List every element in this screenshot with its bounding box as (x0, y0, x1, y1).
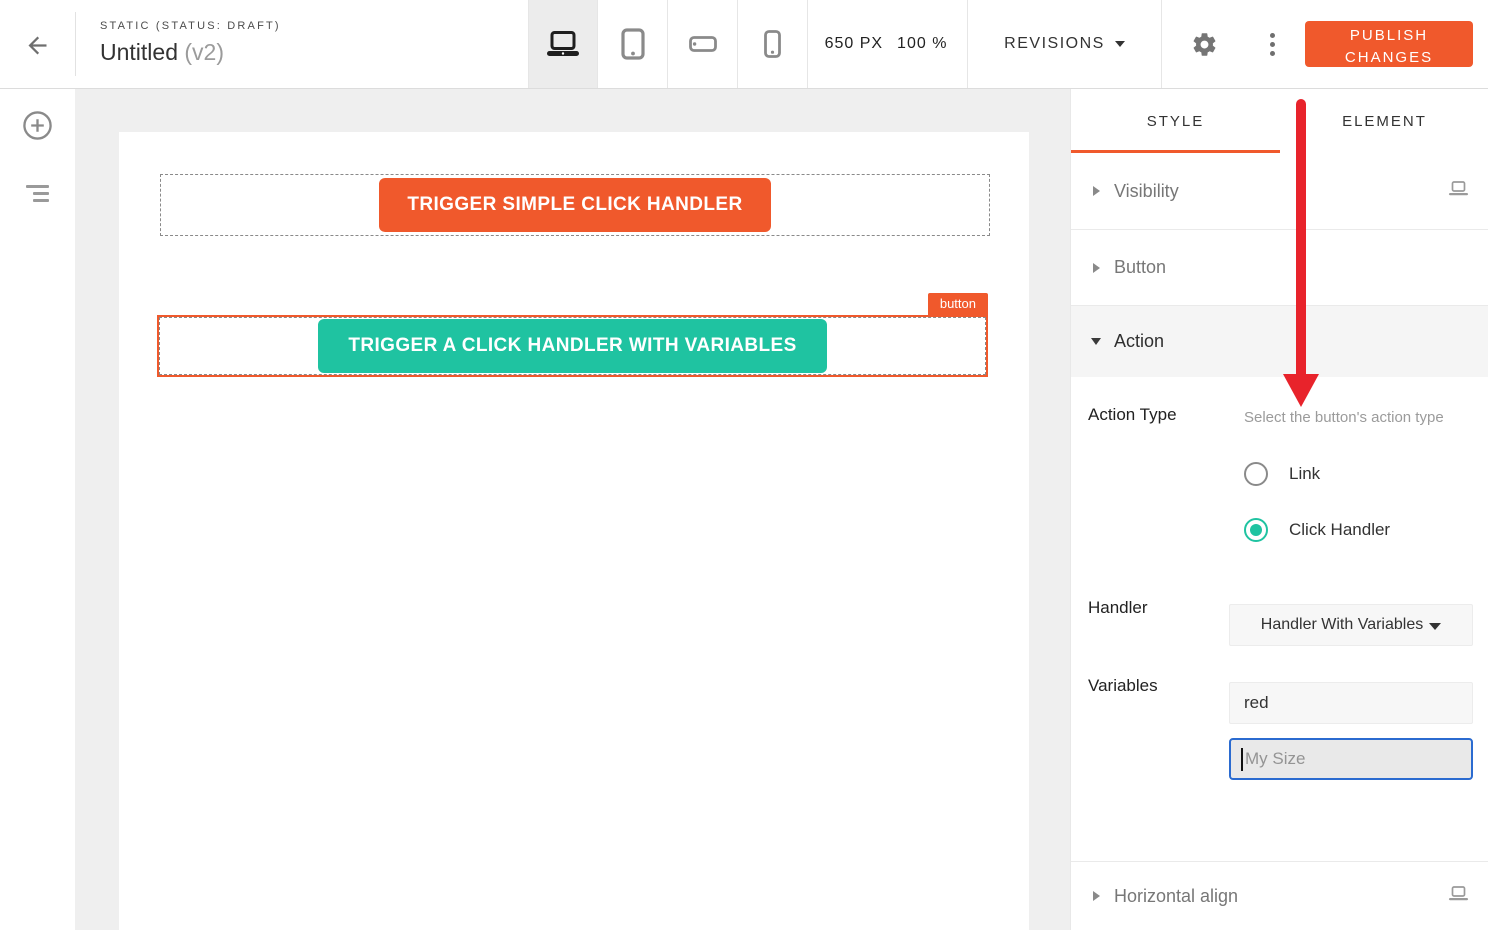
revisions-label: REVISIONS (1004, 35, 1105, 53)
tablet-icon (621, 28, 645, 60)
viewport-size-indicator: 650 PX 100 % (805, 0, 968, 88)
section-visibility-label: Visibility (1114, 181, 1179, 202)
viewport-width-label: 650 PX (825, 35, 883, 53)
back-arrow-icon (24, 32, 51, 59)
title-block: STATIC (STATUS: DRAFT) Untitled (v2) (100, 20, 281, 66)
trigger-simple-click-handler-button[interactable]: TRIGGER SIMPLE CLICK HANDLER (379, 178, 771, 232)
outline-tree-button[interactable] (0, 169, 75, 217)
selected-container-outline: TRIGGER A CLICK HANDLER WITH VARIABLES (159, 317, 986, 375)
action-section-content: Action Type Select the button's action t… (1071, 377, 1488, 862)
device-preview-switcher (528, 0, 808, 88)
handler-label: Handler (1088, 598, 1148, 618)
editor-canvas: TRIGGER SIMPLE CLICK HANDLER button TRIG… (75, 89, 1070, 930)
settings-button[interactable] (1184, 24, 1224, 64)
section-action-label: Action (1114, 331, 1164, 352)
app-window: STATIC (STATUS: DRAFT) Untitled (v2) (0, 0, 1488, 930)
text-cursor (1241, 748, 1243, 771)
inspector-tabs: STYLE ELEMENT (1071, 89, 1488, 153)
laptop-icon (1448, 181, 1469, 202)
variable-size-input[interactable] (1229, 738, 1473, 780)
radio-click-handler-label: Click Handler (1289, 520, 1390, 540)
tab-element[interactable]: ELEMENT (1280, 89, 1488, 153)
phone-portrait-icon (764, 30, 781, 58)
viewport-zoom-label: 100 % (897, 35, 947, 53)
radio-option-click-handler[interactable]: Click Handler (1244, 518, 1390, 542)
section-button-label: Button (1114, 257, 1166, 278)
left-toolbar (0, 89, 75, 930)
publish-changes-button[interactable]: PUBLISH CHANGES (1305, 21, 1473, 67)
page-title-text: Untitled (100, 39, 178, 65)
topbar: STATIC (STATUS: DRAFT) Untitled (v2) (0, 0, 1488, 89)
device-phone-button[interactable] (738, 0, 808, 88)
gear-icon (1191, 31, 1218, 58)
device-phone-landscape-button[interactable] (668, 0, 738, 88)
tab-style[interactable]: STYLE (1071, 89, 1280, 153)
handler-select[interactable]: Handler With Variables (1229, 604, 1473, 646)
laptop-icon (1448, 886, 1469, 907)
chevron-right-icon (1093, 186, 1100, 196)
plus-circle-icon (22, 110, 53, 141)
variables-label: Variables (1088, 676, 1158, 696)
device-tablet-button[interactable] (598, 0, 668, 88)
back-button[interactable] (14, 24, 60, 66)
device-desktop-button[interactable] (528, 0, 598, 88)
section-button[interactable]: Button (1071, 230, 1488, 306)
section-horizontal-align-label: Horizontal align (1114, 886, 1238, 907)
page-title: Untitled (v2) (100, 39, 281, 66)
revisions-dropdown[interactable]: REVISIONS (968, 0, 1162, 88)
handler-select-value: Handler With Variables (1261, 616, 1423, 634)
button-container-simple[interactable]: TRIGGER SIMPLE CLICK HANDLER (160, 174, 990, 236)
chevron-down-icon (1115, 41, 1125, 47)
page-version: (v2) (184, 39, 224, 65)
selected-button-container[interactable]: button TRIGGER A CLICK HANDLER WITH VARI… (157, 315, 988, 377)
section-visibility[interactable]: Visibility (1071, 153, 1488, 230)
phone-landscape-icon (689, 36, 717, 52)
more-options-button[interactable] (1252, 24, 1292, 64)
kebab-icon (1270, 33, 1275, 38)
add-element-button[interactable] (0, 101, 75, 149)
chevron-right-icon (1093, 263, 1100, 273)
trigger-click-handler-variables-button[interactable]: TRIGGER A CLICK HANDLER WITH VARIABLES (318, 319, 827, 373)
variable-red-input[interactable] (1229, 682, 1473, 724)
page-status-kicker: STATIC (STATUS: DRAFT) (100, 20, 281, 32)
radio-unselected-icon[interactable] (1244, 462, 1268, 486)
section-action[interactable]: Action (1071, 306, 1488, 377)
selection-tag: button (928, 293, 988, 315)
section-horizontal-align[interactable]: Horizontal align (1071, 861, 1488, 930)
chevron-down-icon (1091, 338, 1101, 345)
topbar-divider (75, 12, 76, 76)
laptop-icon (545, 31, 581, 58)
outline-icon (26, 185, 49, 202)
select-caret-icon (1429, 623, 1441, 630)
action-type-helper-text: Select the button's action type (1244, 407, 1456, 429)
radio-selected-icon[interactable] (1244, 518, 1268, 542)
chevron-right-icon (1093, 891, 1100, 901)
page-surface[interactable]: TRIGGER SIMPLE CLICK HANDLER button TRIG… (119, 132, 1029, 930)
action-type-label: Action Type (1088, 405, 1177, 425)
radio-link-label: Link (1289, 464, 1320, 484)
radio-option-link[interactable]: Link (1244, 462, 1320, 486)
inspector-panel: STYLE ELEMENT Visibility Button Action A… (1070, 89, 1488, 930)
